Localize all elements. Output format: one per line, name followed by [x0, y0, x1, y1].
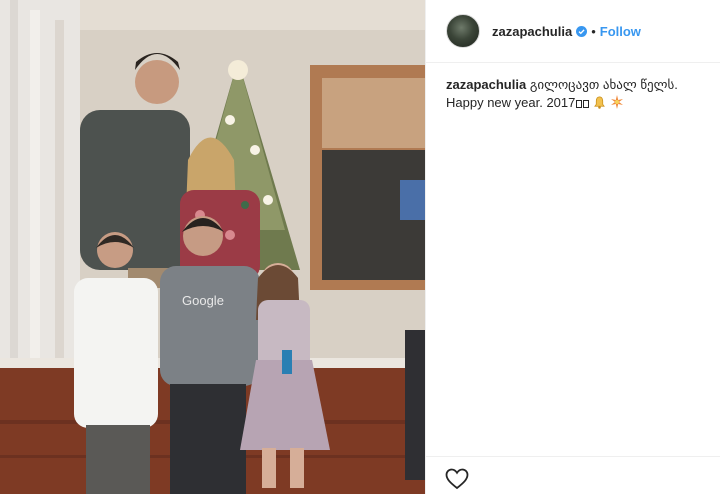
- caption-username[interactable]: zazapachulia: [446, 77, 526, 92]
- separator-dot: •: [591, 23, 596, 39]
- missing-glyph-icon: [583, 100, 590, 108]
- username-link[interactable]: zazapachulia: [492, 24, 572, 39]
- sparkle-icon: [610, 95, 623, 109]
- shirt-text: Google: [182, 293, 224, 308]
- missing-glyph-icon: [576, 100, 583, 108]
- follow-button[interactable]: Follow: [600, 24, 641, 39]
- post-caption: zazapachulia გილოცავთ ახალ წელს. Happy n…: [446, 76, 706, 112]
- post-header: zazapachulia • Follow: [426, 0, 720, 63]
- caption-line-1: გილოცავთ ახალ წელს.: [529, 77, 678, 92]
- bell-icon: [594, 96, 605, 109]
- family-photo: Google: [0, 0, 425, 494]
- post-photo: Google: [0, 0, 425, 494]
- post-sidebar: zazapachulia • Follow zazapachulia გილოც…: [425, 0, 720, 494]
- post-actions: [426, 456, 720, 494]
- caption-line-2: Happy new year. 2017: [446, 95, 576, 110]
- avatar[interactable]: [446, 14, 480, 48]
- instagram-post: Google zazapachulia • Follow zazapachuli…: [0, 0, 720, 494]
- verified-badge-icon: [576, 25, 588, 37]
- heart-icon[interactable]: [445, 468, 469, 490]
